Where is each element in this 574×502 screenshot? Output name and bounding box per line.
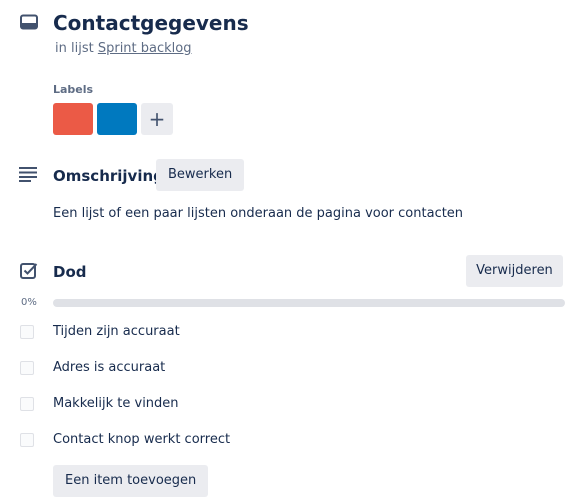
checklist-item-checkbox[interactable] [20,433,34,447]
add-checklist-item-button[interactable]: Een item toevoegen [53,465,209,497]
checklist-icon [20,262,38,283]
description-text[interactable]: Een lijst of een paar lijsten onderaan d… [53,205,463,223]
checklist-item-checkbox[interactable] [20,397,34,411]
add-label-button[interactable]: + [141,103,173,135]
card-icon [20,14,38,34]
checklist-item-checkbox[interactable] [20,361,34,375]
checklist-item-label[interactable]: Contact knop werkt correct [53,431,230,449]
delete-checklist-button[interactable]: Verwijderen [466,255,563,287]
in-list-prefix: in lijst [55,41,94,56]
card-title[interactable]: Contactgegevens [53,10,249,36]
checklist-item-label[interactable]: Adres is accuraat [53,359,165,377]
edit-description-button[interactable]: Bewerken [156,159,245,191]
list-location: in lijst Sprint backlog [55,41,191,57]
label-chip-red[interactable] [53,103,93,135]
description-title: Omschrijving [53,167,164,185]
label-chip-blue[interactable] [97,103,137,135]
checklist-item-label[interactable]: Tijden zijn accuraat [53,323,180,341]
checklist-item-checkbox[interactable] [20,325,34,339]
description-icon [19,166,39,186]
progress-percentage: 0% [21,297,37,308]
list-link[interactable]: Sprint backlog [98,41,192,56]
progress-bar [53,299,565,307]
checklist-title[interactable]: Dod [53,262,87,282]
labels-heading: Labels [53,83,94,96]
checklist-item-label[interactable]: Makkelijk te vinden [53,395,179,413]
